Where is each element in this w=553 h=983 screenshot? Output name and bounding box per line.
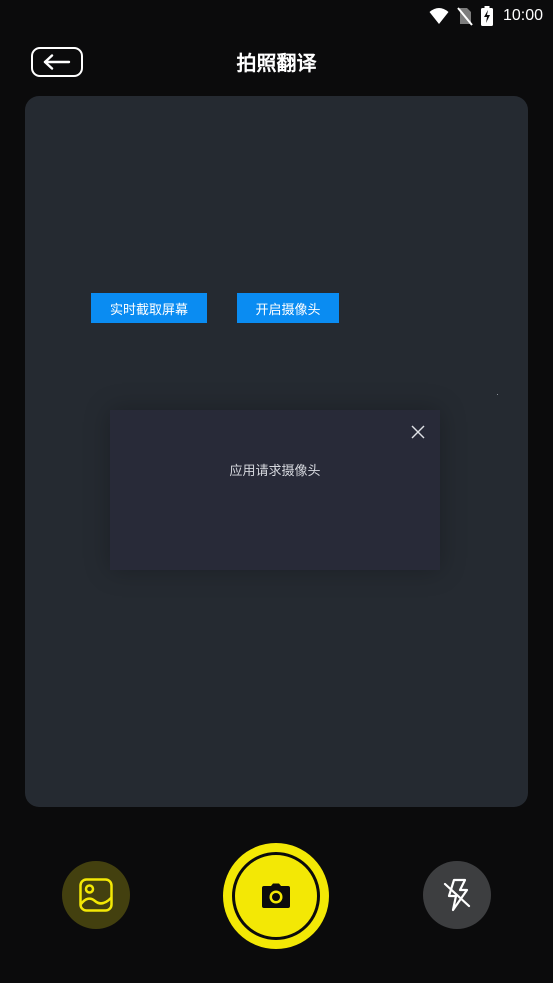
shutter-button[interactable] <box>223 843 329 949</box>
dialog-message: 应用请求摄像头 <box>229 464 321 479</box>
page-title: 拍照翻译 <box>236 51 317 75</box>
gallery-button[interactable] <box>62 861 130 929</box>
status-time: 10:00 <box>502 7 543 24</box>
preview-dot <box>497 394 498 395</box>
camera-preview[interactable]: 应用请求摄像头 实时截取屏幕 开启摄像头 <box>25 96 528 807</box>
close-icon <box>411 425 425 439</box>
status-icons: 10:00 <box>429 4 543 28</box>
camera-permission-dialog: 应用请求摄像头 <box>110 410 440 570</box>
camera-icon <box>262 883 290 908</box>
dialog-close-button[interactable] <box>410 424 426 440</box>
shutter-ring <box>232 852 320 940</box>
wifi-icon <box>429 8 449 24</box>
image-icon <box>79 878 113 912</box>
no-sim-icon <box>457 7 473 26</box>
battery-charging-icon <box>480 6 493 26</box>
flash-toggle-button[interactable] <box>423 861 491 929</box>
screen-capture-button[interactable]: 实时截取屏幕 <box>91 293 207 323</box>
status-bar: 10:00 <box>0 0 553 32</box>
open-camera-button[interactable]: 开启摄像头 <box>237 293 339 323</box>
flash-off-icon <box>443 878 471 912</box>
